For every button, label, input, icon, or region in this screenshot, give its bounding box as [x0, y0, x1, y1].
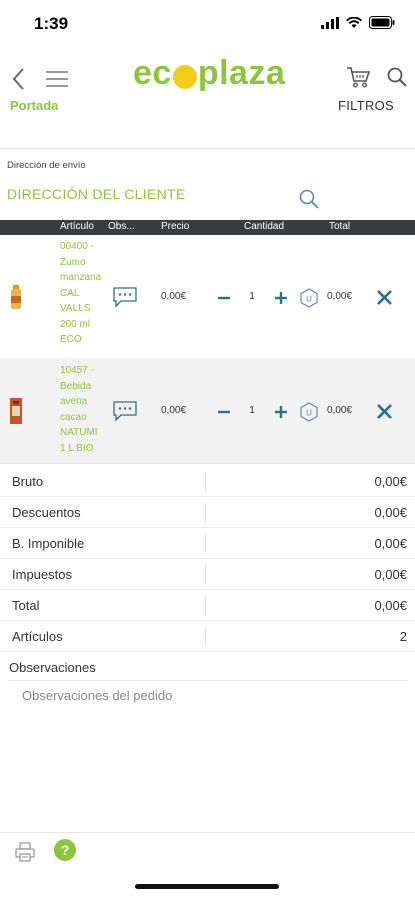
- app-header: ec plaza Portada FILTROS: [0, 50, 415, 130]
- summary-divider: [205, 534, 206, 553]
- observations-input[interactable]: Observaciones del pedido: [22, 688, 172, 703]
- summary-label: Bruto: [12, 474, 44, 489]
- shipping-address-section: Dirección de envío DIRECCIÓN DEL CLIENTE: [0, 148, 415, 220]
- summary-row-descuentos: Descuentos 0,00€: [0, 497, 415, 528]
- summary-divider: [205, 503, 206, 522]
- summary-value: 0,00€: [374, 474, 407, 489]
- wifi-icon: [346, 16, 362, 28]
- ecoplaza-logo[interactable]: ec plaza: [133, 54, 285, 93]
- summary-row-total: Total 0,00€: [0, 590, 415, 621]
- logo-text-start: ec: [133, 54, 172, 92]
- print-icon[interactable]: [14, 841, 36, 863]
- logo-dot: [172, 64, 197, 89]
- product-price: 0,00€: [161, 405, 187, 416]
- summary-label: Total: [12, 598, 40, 613]
- summary-label: Impuestos: [12, 567, 72, 582]
- status-icons: [321, 16, 395, 29]
- column-cantidad: Cantidad: [244, 221, 285, 232]
- summary-label: B. Imponible: [12, 536, 85, 551]
- product-total: 0,00€: [327, 291, 353, 302]
- status-bar: 1:39: [0, 0, 415, 50]
- menu-icon[interactable]: [44, 68, 70, 90]
- summary-label: Artículos: [12, 629, 63, 644]
- svg-text:U: U: [306, 295, 312, 304]
- summary-row-base-imponible: B. Imponible 0,00€: [0, 528, 415, 559]
- product-image: [11, 285, 21, 309]
- column-articulo: Artículo: [60, 221, 94, 232]
- summary-value: 0,00€: [374, 536, 407, 551]
- footer-toolbar: ?: [0, 832, 415, 862]
- logo-text-end: plaza: [197, 54, 286, 92]
- product-quantity[interactable]: 1: [246, 405, 258, 416]
- column-precio: Precio: [161, 221, 190, 232]
- minus-icon[interactable]: [217, 405, 231, 419]
- summary-value: 0,00€: [374, 505, 407, 520]
- product-image: [10, 398, 22, 424]
- plus-icon[interactable]: [274, 291, 288, 305]
- product-price: 0,00€: [161, 291, 187, 302]
- summary-divider: [205, 472, 206, 491]
- product-row: 00400 - Zumo manzana CAL VALLS 200 ml EC…: [0, 235, 415, 358]
- observations-title: Observaciones: [9, 660, 96, 675]
- product-total: 0,00€: [327, 405, 353, 416]
- summary-row-bruto: Bruto 0,00€: [0, 466, 415, 497]
- filtros-button[interactable]: FILTROS: [338, 98, 394, 113]
- back-icon[interactable]: [8, 64, 30, 94]
- help-icon[interactable]: ?: [54, 839, 76, 861]
- observations-section: Observaciones Observaciones del pedido: [0, 654, 415, 834]
- status-time: 1:39: [34, 14, 69, 33]
- summary-divider: [205, 596, 206, 615]
- summary-value: 0,00€: [374, 598, 407, 613]
- product-row: 10457 - Bebida avena cacao NATUMI 1 L BI…: [0, 358, 415, 464]
- minus-icon[interactable]: [217, 291, 231, 305]
- svg-text:U: U: [306, 409, 312, 418]
- portada-link[interactable]: Portada: [10, 98, 58, 113]
- comment-icon[interactable]: [112, 400, 138, 422]
- address-search-icon[interactable]: [298, 188, 320, 210]
- column-observaciones: Obs...: [108, 221, 135, 232]
- summary-row-impuestos: Impuestos 0,00€: [0, 559, 415, 590]
- battery-icon: [369, 16, 395, 29]
- shipping-address-field[interactable]: DIRECCIÓN DEL CLIENTE: [7, 186, 185, 202]
- summary-divider: [205, 627, 206, 646]
- product-name[interactable]: 10457 - Bebida avena cacao NATUMI 1 L BI…: [60, 363, 110, 456]
- signal-icon: [321, 16, 339, 29]
- unit-icon[interactable]: U: [299, 288, 319, 308]
- divider: [9, 680, 407, 681]
- summary-divider: [205, 565, 206, 584]
- product-quantity[interactable]: 1: [246, 291, 258, 302]
- delete-icon[interactable]: [376, 403, 393, 420]
- shipping-address-label: Dirección de envío: [7, 160, 86, 171]
- home-indicator: [135, 884, 279, 889]
- column-total: Total: [329, 221, 351, 232]
- summary-label: Descuentos: [12, 505, 81, 520]
- order-summary: Bruto 0,00€ Descuentos 0,00€ B. Imponibl…: [0, 466, 415, 652]
- summary-value: 0,00€: [374, 567, 407, 582]
- order-table-header: Artículo Obs... Precio Cantidad Total: [0, 220, 415, 235]
- summary-value: 2: [399, 629, 407, 644]
- unit-icon[interactable]: U: [299, 402, 319, 422]
- delete-icon[interactable]: [376, 289, 393, 306]
- search-icon[interactable]: [386, 66, 408, 88]
- cart-icon[interactable]: [345, 64, 371, 90]
- product-name[interactable]: 00400 - Zumo manzana CAL VALLS 200 ml EC…: [60, 239, 110, 348]
- summary-row-articulos: Artículos 2: [0, 621, 415, 652]
- comment-icon[interactable]: [112, 286, 138, 308]
- plus-icon[interactable]: [274, 405, 288, 419]
